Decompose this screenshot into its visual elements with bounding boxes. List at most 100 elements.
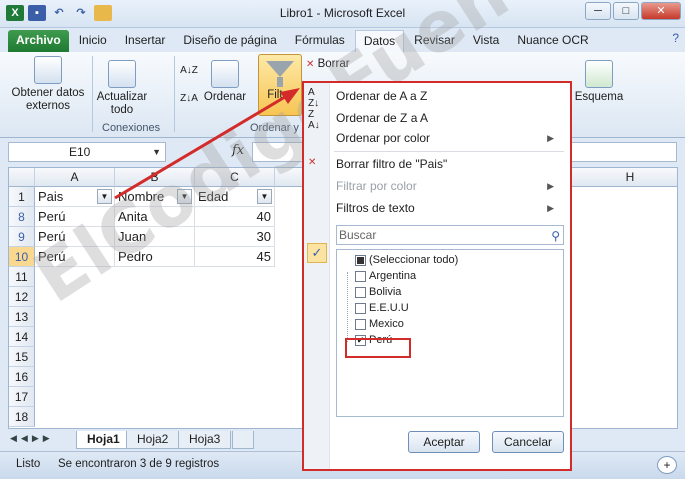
row-header-selected[interactable]: 10 <box>9 247 35 267</box>
row-header[interactable]: 15 <box>9 347 35 367</box>
sort-button[interactable]: Ordenar <box>202 60 248 104</box>
cell-header-edad[interactable]: Edad ▼ <box>195 187 275 207</box>
column-header-a[interactable]: A <box>35 168 115 187</box>
maximize-button[interactable]: □ <box>613 2 639 20</box>
row-header[interactable]: 12 <box>9 287 35 307</box>
sheet-nav-arrows-icon[interactable]: ◀◀▶▶ <box>10 433 54 444</box>
cancel-button[interactable]: Cancelar <box>492 431 564 453</box>
table-cell[interactable]: 40 <box>195 207 275 227</box>
status-mode: Listo <box>16 458 41 470</box>
ribbon-tabs: Archivo Inicio Insertar Diseño de página… <box>0 28 685 52</box>
checkbox[interactable] <box>355 270 366 282</box>
title-bar: X ▪ ↶ ↷ Libro1 - Microsoft Excel ─ □ ✕ <box>0 0 685 28</box>
filter-dropdown-icon[interactable]: ▼ <box>257 189 272 204</box>
table-cell[interactable]: Perú <box>35 207 115 227</box>
outline-button[interactable]: Esquema <box>574 60 624 104</box>
checkbox[interactable] <box>355 302 366 314</box>
tab-insertar[interactable]: Insertar <box>117 30 174 52</box>
menu-item-sort-az[interactable]: Ordenar de A a Z <box>336 87 427 105</box>
chevron-down-icon[interactable]: ▼ <box>152 143 161 161</box>
clear-filter-icon: ✕ <box>306 59 315 70</box>
list-item-select-all[interactable]: (Seleccionar todo) <box>355 252 458 268</box>
close-button[interactable]: ✕ <box>641 2 681 20</box>
table-cell[interactable]: 45 <box>195 247 275 267</box>
help-icon[interactable]: ? <box>672 31 679 45</box>
zoom-in-icon[interactable]: + <box>657 456 677 474</box>
table-cell[interactable]: Juan <box>115 227 195 247</box>
row-header[interactable]: 8 <box>9 207 35 227</box>
search-input[interactable]: Buscar ⚲ <box>336 225 564 245</box>
row-header[interactable]: 16 <box>9 367 35 387</box>
select-all-corner[interactable] <box>9 168 35 187</box>
window-title: Libro1 - Microsoft Excel <box>279 6 406 20</box>
list-item-mexico[interactable]: Mexico <box>355 316 404 332</box>
outline-icon <box>585 60 613 88</box>
refresh-icon <box>108 60 136 88</box>
row-header[interactable]: 14 <box>9 327 35 347</box>
row-header[interactable]: 9 <box>9 227 35 247</box>
tree-line <box>347 272 348 342</box>
ribbon-separator <box>174 56 175 132</box>
tab-revisar[interactable]: Revisar <box>406 30 463 52</box>
insert-sheet-icon[interactable] <box>232 431 254 449</box>
table-cell[interactable]: 30 <box>195 227 275 247</box>
row-header[interactable]: 11 <box>9 267 35 287</box>
row-header[interactable]: 18 <box>9 407 35 427</box>
get-external-data-button[interactable]: Obtener datos externos <box>8 56 88 113</box>
tab-datos[interactable]: Datos <box>354 30 405 52</box>
refresh-all-button[interactable]: Actualizar todo <box>94 60 150 117</box>
row-header[interactable]: 17 <box>9 387 35 407</box>
column-header-c[interactable]: C <box>195 168 275 187</box>
cell-header-pais[interactable]: Pais ▼ <box>35 187 115 207</box>
table-cell[interactable]: Pedro <box>115 247 195 267</box>
tab-inicio[interactable]: Inicio <box>71 30 115 52</box>
funnel-icon <box>266 61 294 77</box>
sheet-tab-hoja3[interactable]: Hoja3 <box>178 431 232 449</box>
tab-nuance-ocr[interactable]: Nuance OCR <box>509 30 596 52</box>
tab-vista[interactable]: Vista <box>465 30 507 52</box>
sort-za-small-icon[interactable]: Z↓A <box>180 92 198 105</box>
tab-archivo[interactable]: Archivo <box>8 30 69 52</box>
minimize-button[interactable]: ─ <box>585 2 611 20</box>
list-item-bolivia[interactable]: Bolivia <box>355 284 401 300</box>
row-header[interactable]: 1 <box>9 187 35 207</box>
column-header-b[interactable]: B <box>115 168 195 187</box>
table-cell[interactable]: Anita <box>115 207 195 227</box>
ok-button[interactable]: Aceptar <box>408 431 480 453</box>
external-data-icon <box>34 56 62 84</box>
cell-header-nombre[interactable]: Nombre ▼ <box>115 187 195 207</box>
menu-item-text-filters[interactable]: Filtros de texto ▶ <box>336 199 562 217</box>
tab-formulas[interactable]: Fórmulas <box>287 30 353 52</box>
status-message: Se encontraron 3 de 9 registros <box>58 458 220 470</box>
tab-diseno-pagina[interactable]: Diseño de página <box>175 30 284 52</box>
table-cell[interactable]: Perú <box>35 247 115 267</box>
sort-az-small-icon[interactable]: A↓Z <box>180 64 198 77</box>
sheet-tab-hoja1[interactable]: Hoja1 <box>76 431 131 449</box>
menu-item-clear-filter[interactable]: Borrar filtro de "Pais" <box>336 155 447 173</box>
submenu-arrow-icon: ▶ <box>547 133 554 143</box>
fx-icon[interactable]: fx <box>232 143 244 158</box>
clear-filter-icon: ✕ <box>308 157 317 168</box>
list-item-eeuu[interactable]: E.E.U.U <box>355 300 409 316</box>
menu-item-sort-color[interactable]: Ordenar por color ▶ <box>336 129 562 147</box>
filter-button[interactable]: Filtro <box>258 54 302 116</box>
partial-checkbox[interactable] <box>355 254 366 266</box>
name-box[interactable]: E10 ▼ <box>8 142 166 162</box>
sheet-tab-hoja2[interactable]: Hoja2 <box>126 431 180 449</box>
checkbox[interactable] <box>355 318 366 330</box>
submenu-arrow-icon: ▶ <box>547 181 554 191</box>
sort-za-icon: Z A↓ <box>308 109 320 131</box>
checkbox[interactable] <box>355 286 366 298</box>
checkmark-icon: ✓ <box>307 243 327 263</box>
column-header-h[interactable]: H <box>595 168 665 187</box>
highlight-box <box>345 338 411 358</box>
group-label-sort-filter: Ordenar y <box>250 122 299 134</box>
row-header[interactable]: 13 <box>9 307 35 327</box>
clear-button[interactable]: ✕ Borrar <box>306 58 362 71</box>
filter-dropdown-icon[interactable]: ▼ <box>177 189 192 204</box>
list-item-argentina[interactable]: Argentina <box>355 268 416 284</box>
table-cell[interactable]: Perú <box>35 227 115 247</box>
filter-active-icon[interactable]: ▼ <box>97 189 112 204</box>
menu-item-sort-za[interactable]: Ordenar de Z a A <box>336 109 428 127</box>
filter-values-list[interactable]: (Seleccionar todo) Argentina Bolivia E.E… <box>336 249 564 417</box>
